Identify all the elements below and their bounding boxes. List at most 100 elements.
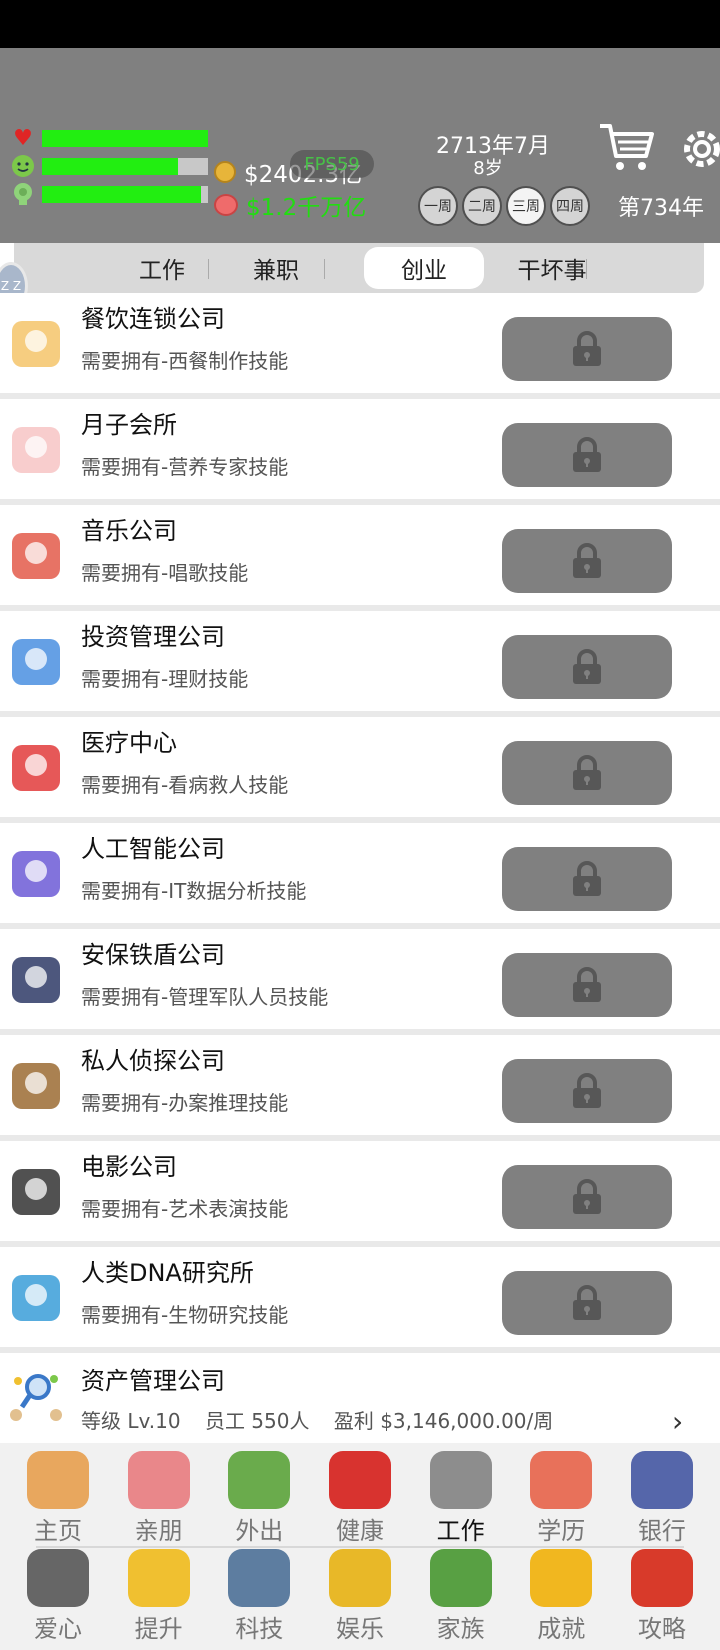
week-button-3[interactable]: 三周	[506, 186, 546, 226]
week-button-2[interactable]: 二周	[462, 186, 502, 226]
company-item: 安保铁盾公司 需要拥有-管理军队人员技能	[0, 929, 720, 1035]
tab-mischief[interactable]: 干坏事	[492, 247, 612, 289]
lock-icon	[573, 1285, 601, 1320]
locked-start-button[interactable]	[502, 953, 672, 1017]
health-bar	[42, 129, 208, 147]
nav-lightbulb[interactable]: 提升	[111, 1549, 207, 1644]
company-requirement: 需要拥有-理财技能	[81, 667, 249, 691]
tab-startup[interactable]: 创业	[364, 247, 484, 289]
nav-label: 学历	[537, 1517, 586, 1545]
company-title: 餐饮连锁公司	[81, 305, 225, 333]
nav-trophy-cup[interactable]: 娱乐	[312, 1549, 408, 1644]
locked-start-button[interactable]	[502, 847, 672, 911]
piggy-bank-icon	[214, 194, 238, 216]
company-title: 月子会所	[81, 411, 177, 439]
robot-icon	[4, 841, 68, 905]
year-counter: 第734年	[618, 196, 704, 221]
home-icon	[27, 1451, 89, 1509]
nav-divider	[36, 1546, 684, 1548]
company-title: 投资管理公司	[81, 623, 225, 651]
lock-icon	[573, 967, 601, 1002]
locked-start-button[interactable]	[502, 1165, 672, 1229]
company-item: 音乐公司 需要拥有-唱歌技能	[0, 505, 720, 611]
smarts-bar	[42, 185, 208, 203]
health-stat: ♥	[10, 125, 208, 151]
restaurant-building-icon	[4, 311, 68, 375]
locked-start-button[interactable]	[502, 741, 672, 805]
detective-icon	[4, 1053, 68, 1117]
nav-handshake[interactable]: 亲朋	[111, 1451, 207, 1546]
tab-work[interactable]: 工作	[112, 247, 212, 289]
nav-label: 银行	[637, 1517, 686, 1545]
locked-start-button[interactable]	[502, 1271, 672, 1335]
company-title: 电影公司	[81, 1153, 177, 1181]
nav-red-cross[interactable]: 健康	[312, 1451, 408, 1546]
nav-label: 爱心	[34, 1615, 82, 1643]
lock-icon	[573, 331, 601, 366]
fps-counter: FPS59	[290, 150, 374, 178]
locked-start-button[interactable]	[502, 317, 672, 381]
company-requirement: 需要拥有-唱歌技能	[81, 561, 249, 585]
savings-value: $1.2千万亿	[246, 195, 367, 221]
asset-info: 等级 Lv.10 员工 550人 盈利 $3,146,000.00/周	[81, 1405, 571, 1434]
company-item: 餐饮连锁公司需要拥有-西餐制作技能	[0, 293, 720, 399]
nav-label: 外出	[235, 1517, 284, 1545]
company-requirement: 需要拥有-营养专家技能	[81, 455, 289, 479]
tab-parttime[interactable]: 兼职	[226, 247, 326, 289]
company-item: 人类DNA研究所 需要拥有-生物研究技能	[0, 1247, 720, 1353]
happiness-stat	[10, 153, 208, 179]
family-tree-icon	[429, 1549, 492, 1607]
week-selector: 一周 二周 三周 四周	[418, 186, 590, 226]
company-requirement: 需要拥有-管理军队人员技能	[81, 985, 329, 1009]
category-tabs: 工作 兼职 创业 干坏事	[14, 243, 704, 293]
company-title: 私人侦探公司	[81, 1047, 225, 1075]
bank-icon	[630, 1451, 693, 1509]
smarts-stat	[10, 181, 208, 207]
locked-start-button[interactable]	[502, 635, 672, 699]
lock-icon	[573, 543, 601, 578]
nav-dog[interactable]: 爱心	[10, 1549, 106, 1644]
nav-tent[interactable]: 外出	[211, 1451, 307, 1546]
smiley-icon	[10, 153, 36, 179]
nav-bank[interactable]: 银行	[614, 1451, 710, 1546]
lock-icon	[573, 1179, 601, 1214]
handshake-icon	[127, 1451, 190, 1509]
locked-start-button[interactable]	[502, 1059, 672, 1123]
nav-tips[interactable]: 攻略	[614, 1549, 710, 1644]
company-requirement: 需要拥有-看病救人技能	[81, 773, 289, 797]
nav-label: 攻略	[637, 1615, 686, 1643]
security-guard-icon	[4, 947, 68, 1011]
nav-label: 科技	[235, 1615, 284, 1643]
nav-scientist[interactable]: 科技	[211, 1549, 307, 1644]
nav-label: 提升	[134, 1615, 183, 1643]
company-title: 人工智能公司	[81, 835, 225, 863]
locked-start-button[interactable]	[502, 529, 672, 593]
nav-home[interactable]: 主页	[10, 1451, 106, 1546]
nav-student[interactable]: 学历	[513, 1451, 609, 1546]
week-button-4[interactable]: 四周	[550, 186, 590, 226]
player-age: 8岁	[473, 158, 503, 179]
nav-family-tree[interactable]: 家族	[413, 1549, 509, 1644]
gear-icon[interactable]	[676, 124, 720, 174]
nav-label: 主页	[34, 1517, 82, 1545]
shopping-cart-icon[interactable]	[598, 120, 654, 176]
lock-icon	[573, 861, 601, 896]
company-item: 投资管理公司需要拥有-理财技能	[0, 611, 720, 717]
nav-label: 家族	[436, 1615, 485, 1643]
owned-company-row[interactable]: 资产管理公司 等级 Lv.10 员工 550人 盈利 $3,146,000.00…	[0, 1355, 720, 1443]
nav-worker[interactable]: 工作	[413, 1451, 509, 1546]
chevron-right-icon[interactable]: ›	[672, 1405, 683, 1438]
asset-profit: 盈利 $3,146,000.00/周	[333, 1409, 554, 1433]
company-title: 医疗中心	[81, 729, 177, 757]
investment-chart-icon	[4, 629, 68, 693]
week-button-1[interactable]: 一周	[418, 186, 458, 226]
system-status-bar	[0, 0, 720, 48]
nav-label: 健康	[335, 1517, 384, 1545]
locked-start-button[interactable]	[502, 423, 672, 487]
asset-title: 资产管理公司	[81, 1367, 225, 1395]
dog-icon	[27, 1549, 89, 1607]
company-title: 人类DNA研究所	[81, 1259, 254, 1287]
company-requirement: 需要拥有-西餐制作技能	[81, 349, 289, 373]
nav-gold-trophy[interactable]: 成就	[513, 1549, 609, 1644]
company-item: 私人侦探公司 需要拥有-办案推理技能	[0, 1035, 720, 1141]
